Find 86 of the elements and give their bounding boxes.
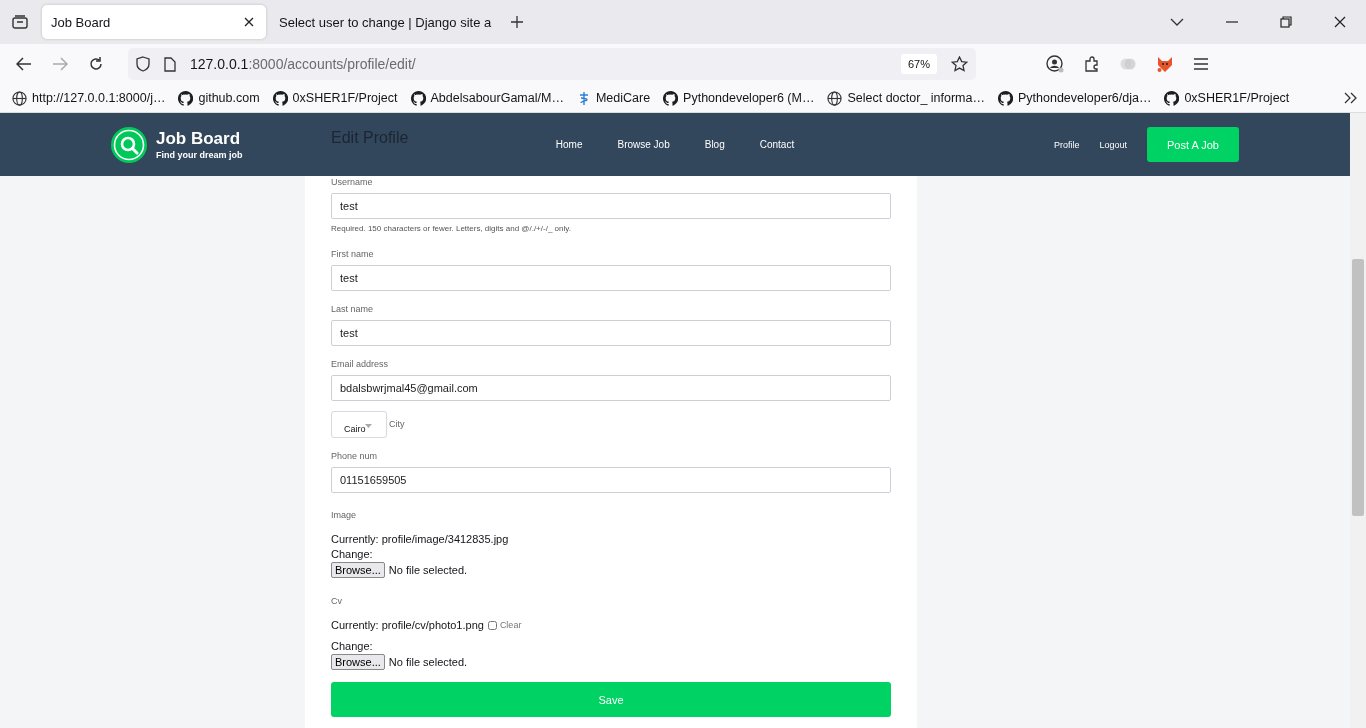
- field-label: First name: [331, 249, 375, 259]
- current-file-text: Currently: profile/image/3412835.jpg: [331, 533, 509, 545]
- browse-button[interactable]: Browse...: [331, 654, 385, 670]
- bookmark[interactable]: Pythondeveloper6 (M…: [663, 90, 815, 106]
- bookmark[interactable]: AbdelsabourGamal/M…: [410, 90, 564, 106]
- bookmark-label: 0xSHER1F/Project: [292, 91, 398, 105]
- url-text: 127.0.0.1:8000/accounts/profile/edit/: [190, 56, 416, 72]
- bookmark[interactable]: Select doctor_ informa…: [827, 90, 985, 106]
- file-status: No file selected.: [388, 564, 468, 576]
- bookmark-label: MediCare: [595, 91, 651, 105]
- globe-icon: [12, 90, 27, 106]
- browse-button[interactable]: Browse...: [331, 562, 385, 578]
- bookmark[interactable]: Pythondeveloper6/dja…: [998, 90, 1152, 106]
- close-icon[interactable]: [244, 17, 254, 27]
- brand-tagline: Find your dream job: [156, 150, 243, 160]
- github-icon: [663, 90, 679, 106]
- field-label: Cv: [331, 596, 343, 606]
- bookmark-label: AbdelsabourGamal/M…: [430, 91, 564, 105]
- bookmark-label: http://127.0.0.1:8000/j…: [32, 91, 166, 105]
- field-label: Last name: [331, 304, 375, 314]
- chevrons-right-icon[interactable]: [1344, 92, 1358, 104]
- clear-checkbox[interactable]: [487, 620, 497, 630]
- bookmark-label: Pythondeveloper6/dja…: [1018, 91, 1152, 105]
- new-tab-icon[interactable]: [510, 15, 524, 29]
- star-icon[interactable]: [951, 56, 968, 72]
- input-field[interactable]: bdalsbwrjmal45@gmail.com: [331, 375, 891, 401]
- change-label: Change:: [331, 640, 374, 652]
- tab-title: Job Board: [51, 14, 111, 30]
- scrollbar[interactable]: [1350, 113, 1366, 728]
- bookmark[interactable]: http://127.0.0.1:8000/j…: [12, 90, 166, 106]
- bookmark-label: Pythondeveloper6 (M…: [683, 91, 815, 105]
- page-icon: [164, 56, 176, 72]
- tab-title: Select user to change | Django site a: [279, 14, 492, 30]
- search-logo-icon: [110, 125, 148, 164]
- bookmark[interactable]: 0xSHER1F/Project: [1164, 90, 1290, 106]
- current-file-text: Currently: profile/cv/photo1.png: [331, 619, 484, 631]
- back-icon[interactable]: [16, 57, 32, 71]
- change-label: Change:: [331, 548, 374, 560]
- file-status: No file selected.: [388, 656, 468, 668]
- reload-icon[interactable]: [88, 56, 104, 72]
- field-label: City: [389, 419, 405, 429]
- field-label: Email address: [331, 359, 390, 369]
- help-text: Required. 150 characters or fewer. Letters, digits and @/./+/-/_ only.: [331, 224, 572, 233]
- account-icon[interactable]: [1046, 55, 1064, 73]
- bookmark[interactable]: MediCare: [576, 90, 651, 106]
- field-label: Username: [331, 177, 374, 187]
- github-icon: [178, 90, 194, 106]
- chevron-down-icon[interactable]: [1170, 18, 1184, 26]
- address-bar[interactable]: 127.0.0.1:8000/accounts/profile/edit/ 67%: [128, 48, 976, 80]
- nav-link[interactable]: Contact: [759, 139, 795, 150]
- field-label: Image: [331, 510, 357, 520]
- input-field[interactable]: 01151659505: [331, 467, 891, 493]
- github-icon: [272, 90, 288, 106]
- bookmark-label: Select doctor_ informa…: [847, 91, 985, 105]
- close-window-icon[interactable]: [1334, 16, 1346, 28]
- menu-icon[interactable]: [1194, 58, 1208, 70]
- brand-name: Job Board: [156, 129, 242, 149]
- github-icon: [1164, 90, 1180, 106]
- nav-link[interactable]: Profile: [1053, 139, 1080, 150]
- input-field[interactable]: test: [331, 265, 891, 291]
- field-label: Phone num: [331, 451, 379, 461]
- github-icon: [410, 90, 426, 106]
- nav-link[interactable]: Browse Job: [617, 139, 670, 150]
- github-icon: [998, 90, 1013, 106]
- browser-tab[interactable]: Select user to change | Django site a: [270, 5, 494, 39]
- nav-link[interactable]: Logout: [1099, 139, 1127, 150]
- input-field[interactable]: test: [331, 193, 891, 219]
- browser-tab[interactable]: Job Board: [42, 5, 266, 39]
- caret-icon: [365, 424, 372, 428]
- shield-icon[interactable]: [136, 56, 150, 72]
- fox-icon[interactable]: [1156, 55, 1174, 73]
- zoom-badge[interactable]: 67%: [900, 54, 937, 74]
- bookmark[interactable]: 0xSHER1F/Project: [272, 90, 398, 106]
- globe-icon: [827, 90, 843, 106]
- puzzle-icon[interactable]: [1084, 56, 1100, 72]
- nav-link[interactable]: Home: [555, 139, 583, 150]
- tab-list-icon[interactable]: [12, 15, 28, 29]
- scrollbar-thumb[interactable]: [1352, 259, 1364, 516]
- bookmark-label: github.com: [198, 91, 260, 105]
- restore-icon[interactable]: [1280, 16, 1292, 28]
- bookmark[interactable]: github.com: [178, 90, 260, 106]
- bookmark-label: 0xSHER1F/Project: [1184, 91, 1290, 105]
- nav-link[interactable]: Blog: [704, 139, 725, 150]
- city-dropdown[interactable]: Cairo: [331, 411, 387, 438]
- clear-label: Clear: [499, 620, 522, 630]
- input-field[interactable]: test: [331, 320, 891, 346]
